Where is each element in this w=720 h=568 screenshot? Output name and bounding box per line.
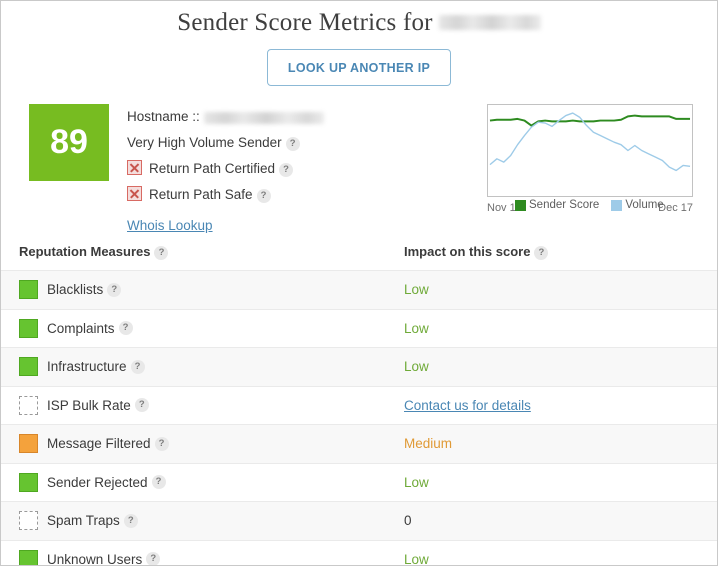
impact-cell: Medium: [404, 436, 452, 451]
reputation-measures-help-icon[interactable]: ?: [154, 246, 168, 260]
redacted-ip-address: [439, 15, 541, 30]
summary-section: 89 Hostname :: Very High Volume Sender? …: [1, 104, 717, 234]
legend-swatch-volume: [611, 200, 622, 211]
page-title: Sender Score Metrics for: [1, 1, 717, 37]
return-path-safe-line: Return Path Safe?: [127, 182, 427, 208]
sender-score-page: Sender Score Metrics for LOOK UP ANOTHER…: [0, 0, 718, 566]
table-header-row: Reputation Measures? Impact on this scor…: [1, 238, 717, 270]
chart-legend: Sender Score Volume: [515, 199, 664, 211]
sender-score-volume-chart: Nov 18 Sender Score Volume Dec 17: [487, 104, 693, 217]
return-path-safe-help-icon[interactable]: ?: [257, 189, 271, 203]
look-up-another-ip-button[interactable]: LOOK UP ANOTHER IP: [267, 49, 451, 86]
measure-help-icon[interactable]: ?: [146, 552, 160, 566]
impact-value: Low: [404, 475, 429, 490]
column-header-impact: Impact on this score?: [404, 244, 548, 260]
sender-score-box: 89: [29, 104, 109, 181]
impact-value: Low: [404, 282, 429, 297]
measure-label: Blacklists: [47, 282, 103, 297]
legend-swatch-sender-score: [515, 200, 526, 211]
status-swatch-icon: [19, 434, 38, 453]
status-swatch-icon: [19, 396, 38, 415]
page-title-text: Sender Score Metrics for: [177, 9, 432, 36]
reputation-measures-table: Reputation Measures? Impact on this scor…: [1, 238, 717, 566]
chart-line-sender-score: [490, 116, 690, 126]
measure-label: ISP Bulk Rate: [47, 398, 131, 413]
hostname-label: Hostname ::: [127, 109, 200, 124]
measure-label: Complaints: [47, 321, 115, 336]
impact-cell[interactable]: Contact us for details: [404, 398, 531, 413]
legend-label-sender-score: Sender Score: [529, 199, 599, 211]
measure-help-icon[interactable]: ?: [124, 514, 138, 528]
impact-cell: Low: [404, 359, 429, 374]
measure-cell: ISP Bulk Rate?: [19, 396, 404, 415]
return-path-safe-label: Return Path Safe: [149, 187, 253, 202]
whois-lookup-link[interactable]: Whois Lookup: [127, 218, 213, 233]
status-swatch-icon: [19, 319, 38, 338]
table-row: Unknown Users?Low: [1, 540, 717, 567]
chart-end-date: Dec 17: [658, 202, 693, 214]
measure-help-icon[interactable]: ?: [152, 475, 166, 489]
redacted-hostname: [204, 112, 324, 124]
table-row: Sender Rejected?Low: [1, 463, 717, 502]
x-mark-icon: [127, 186, 142, 201]
x-mark-icon: [127, 160, 142, 175]
impact-value: Low: [404, 552, 429, 566]
impact-cell: 0: [404, 513, 412, 528]
return-path-certified-label: Return Path Certified: [149, 161, 275, 176]
measure-cell: Spam Traps?: [19, 511, 404, 530]
column-header-label: Impact on this score: [404, 244, 530, 259]
impact-value: Low: [404, 359, 429, 374]
impact-value: 0: [404, 513, 412, 528]
measure-cell: Blacklists?: [19, 280, 404, 299]
impact-cell: Low: [404, 321, 429, 336]
table-row: Blacklists?Low: [1, 270, 717, 309]
impact-value: Low: [404, 321, 429, 336]
measure-cell: Unknown Users?: [19, 550, 404, 566]
hostname-line: Hostname ::: [127, 104, 427, 130]
table-row: Infrastructure?Low: [1, 347, 717, 386]
whois-lookup-row: Whois Lookup: [127, 208, 427, 235]
volume-sender-help-icon[interactable]: ?: [286, 137, 300, 151]
status-swatch-icon: [19, 550, 38, 566]
return-path-certified-line: Return Path Certified?: [127, 156, 427, 182]
chart-footer: Nov 18 Sender Score Volume Dec 17: [487, 199, 693, 217]
measure-label: Unknown Users: [47, 552, 142, 566]
status-swatch-icon: [19, 357, 38, 376]
measure-label: Sender Rejected: [47, 475, 148, 490]
impact-value[interactable]: Contact us for details: [404, 398, 531, 413]
measure-cell: Complaints?: [19, 319, 404, 338]
return-path-certified-help-icon[interactable]: ?: [279, 163, 293, 177]
impact-help-icon[interactable]: ?: [534, 246, 548, 260]
measure-label: Spam Traps: [47, 513, 120, 528]
measure-help-icon[interactable]: ?: [155, 437, 169, 451]
measure-help-icon[interactable]: ?: [107, 283, 121, 297]
measure-cell: Sender Rejected?: [19, 473, 404, 492]
measure-help-icon[interactable]: ?: [131, 360, 145, 374]
table-row: Complaints?Low: [1, 309, 717, 348]
column-header-label: Reputation Measures: [19, 244, 150, 259]
measure-cell: Message Filtered?: [19, 434, 404, 453]
impact-cell: Low: [404, 282, 429, 297]
sender-info-list: Hostname :: Very High Volume Sender? Ret…: [127, 104, 427, 235]
volume-sender-line: Very High Volume Sender?: [127, 130, 427, 156]
measure-label: Message Filtered: [47, 436, 151, 451]
table-row: ISP Bulk Rate?Contact us for details: [1, 386, 717, 425]
table-body: Blacklists?LowComplaints?LowInfrastructu…: [1, 270, 717, 566]
impact-value: Medium: [404, 436, 452, 451]
measure-label: Infrastructure: [47, 359, 127, 374]
status-swatch-icon: [19, 511, 38, 530]
table-row: Message Filtered?Medium: [1, 424, 717, 463]
status-swatch-icon: [19, 473, 38, 492]
status-swatch-icon: [19, 280, 38, 299]
table-row: Spam Traps?0: [1, 501, 717, 540]
impact-cell: Low: [404, 475, 429, 490]
volume-sender-label: Very High Volume Sender: [127, 135, 282, 150]
measure-help-icon[interactable]: ?: [119, 321, 133, 335]
measure-cell: Infrastructure?: [19, 357, 404, 376]
column-header-reputation-measures: Reputation Measures?: [19, 244, 404, 260]
impact-cell: Low: [404, 552, 429, 566]
lookup-button-row: LOOK UP ANOTHER IP: [1, 49, 717, 86]
chart-plot-area: [487, 104, 693, 197]
measure-help-icon[interactable]: ?: [135, 398, 149, 412]
